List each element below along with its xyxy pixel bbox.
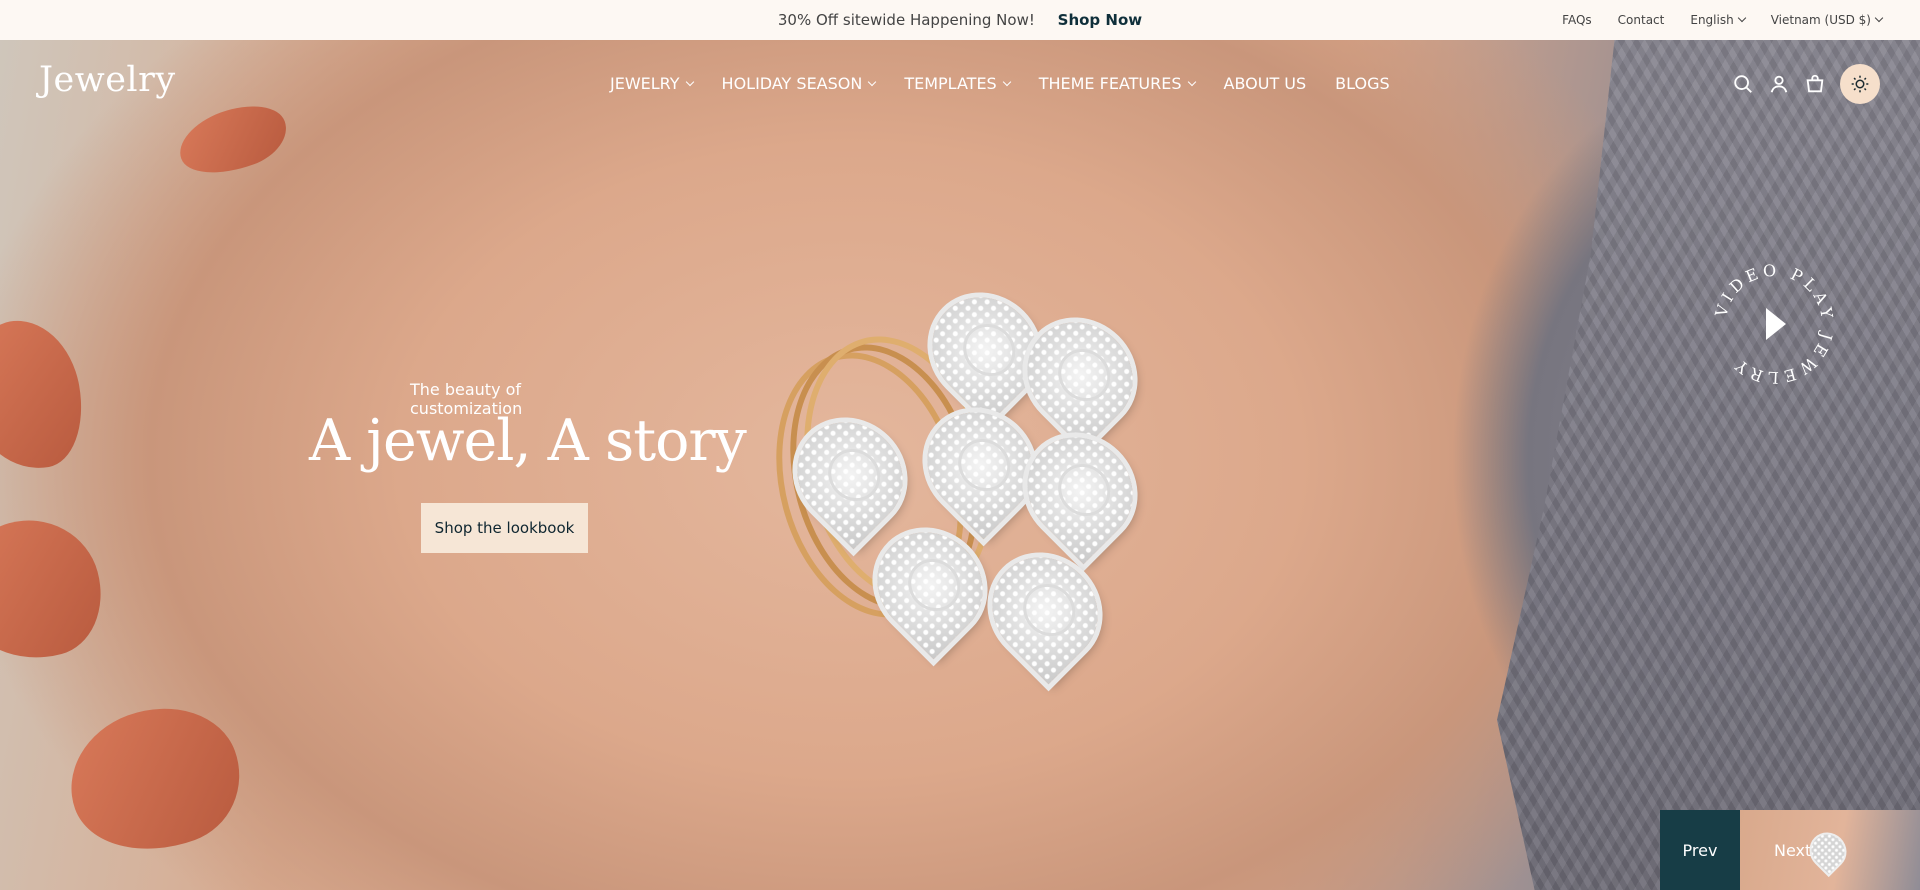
slider-next-button[interactable]: Next <box>1740 810 1920 890</box>
announcement-bar: 30% Off sitewide Happening Now! Shop Now… <box>0 0 1920 40</box>
ring-image <box>748 275 1160 690</box>
nav-templates[interactable]: TEMPLATES <box>904 74 1011 93</box>
nav-label: JEWELRY <box>610 74 680 93</box>
shop-now-link[interactable]: Shop Now <box>1058 11 1142 29</box>
cart-icon[interactable] <box>1804 73 1826 95</box>
chevron-down-icon <box>1002 77 1011 86</box>
nav-theme-features[interactable]: THEME FEATURES <box>1038 74 1196 93</box>
nav-about-us[interactable]: ABOUT US <box>1224 74 1307 93</box>
nav-label: HOLIDAY SEASON <box>721 74 863 93</box>
hero-headline: A jewel, A story <box>309 408 747 474</box>
hero-banner <box>0 40 1920 890</box>
sun-icon <box>1851 75 1869 93</box>
utility-links: FAQs Contact English Vietnam (USD $) <box>1562 0 1884 40</box>
currency-label: Vietnam (USD $) <box>1770 13 1871 27</box>
currency-selector[interactable]: Vietnam (USD $) <box>1770 13 1884 27</box>
main-navigation: JEWELRY HOLIDAY SEASON TEMPLATES THEME F… <box>610 74 1390 93</box>
nav-label: TEMPLATES <box>904 74 997 93</box>
nav-label: THEME FEATURES <box>1038 74 1182 93</box>
promo-text: 30% Off sitewide Happening Now! <box>777 11 1035 29</box>
fingernail <box>0 504 116 676</box>
nav-jewelry[interactable]: JEWELRY <box>610 74 694 93</box>
site-logo[interactable]: Jewelry <box>39 60 176 100</box>
chevron-down-icon <box>685 77 694 86</box>
play-icon <box>1766 308 1786 340</box>
account-icon[interactable] <box>1768 73 1790 95</box>
language-label: English <box>1690 13 1734 27</box>
fingernail <box>171 92 295 188</box>
chevron-down-icon <box>868 77 877 86</box>
slider-prev-button[interactable]: Prev <box>1660 810 1740 890</box>
chevron-down-icon <box>1874 13 1884 23</box>
chevron-down-icon <box>1187 77 1196 86</box>
fingernail <box>0 311 93 479</box>
next-slide-thumbnail <box>1804 827 1852 875</box>
language-selector[interactable]: English <box>1690 13 1746 27</box>
diamond-cluster <box>1005 415 1155 565</box>
chevron-down-icon <box>1737 13 1746 23</box>
next-label: Next <box>1774 840 1812 860</box>
video-play-button[interactable]: VIDEO PLAY JEWELRY <box>1711 261 1836 388</box>
sweater-sleeve <box>1497 40 1920 890</box>
nav-label: ABOUT US <box>1223 74 1307 93</box>
nav-blogs[interactable]: BLOGS <box>1335 74 1389 93</box>
header-actions <box>1732 64 1880 104</box>
faqs-link[interactable]: FAQs <box>1562 13 1592 27</box>
nav-label: BLOGS <box>1335 74 1390 93</box>
fingernail <box>51 685 259 875</box>
shop-lookbook-button[interactable]: Shop the lookbook <box>421 503 588 553</box>
contact-link[interactable]: Contact <box>1618 13 1665 27</box>
search-icon[interactable] <box>1732 73 1754 95</box>
nav-holiday-season[interactable]: HOLIDAY SEASON <box>721 74 877 93</box>
theme-toggle-button[interactable] <box>1840 64 1880 104</box>
diamond-cluster <box>970 535 1120 685</box>
